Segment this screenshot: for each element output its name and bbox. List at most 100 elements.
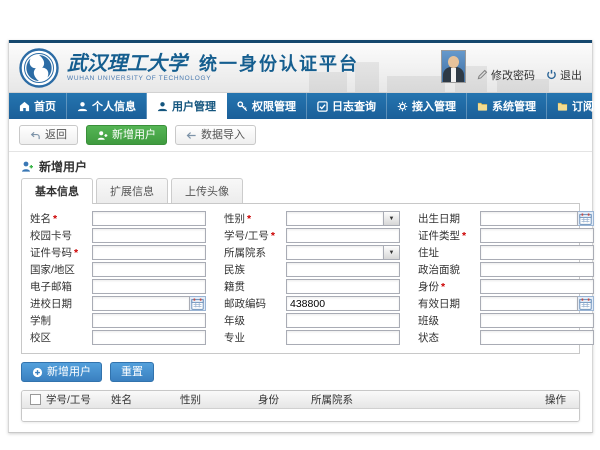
gender-input[interactable] — [286, 211, 384, 226]
calendar-icon[interactable] — [578, 211, 594, 226]
nav-item-access-mgmt[interactable]: 接入管理 — [387, 93, 467, 119]
native-place-input[interactable] — [286, 279, 400, 294]
field-valid-date: 有效日期* — [418, 296, 594, 311]
field-name: 姓名* — [30, 211, 206, 226]
pencil-icon — [477, 69, 488, 80]
field-country-region: 国家/地区* — [30, 262, 206, 277]
content-area: 返回 新增用户 数据导入 新增用户 基本信息扩展信息上传头像 姓名* — [9, 119, 592, 422]
field-status: 状态* — [418, 330, 594, 345]
field-birth-date: 出生日期* — [418, 211, 594, 226]
form-actions: 新增用户 重置 — [9, 354, 592, 390]
user-bar: 修改密码 退出 — [441, 50, 582, 86]
folder-icon — [477, 101, 488, 112]
folder-icon — [557, 101, 568, 112]
field-study-length: 学制* — [30, 313, 206, 328]
name-input[interactable] — [92, 211, 206, 226]
nav-item-permission-mgmt[interactable]: 权限管理 — [227, 93, 307, 119]
department-input[interactable] — [286, 245, 384, 260]
nav-item-home[interactable]: 首页 — [9, 93, 67, 119]
calendar-icon[interactable] — [190, 296, 206, 311]
major-input[interactable] — [286, 330, 400, 345]
users-table-header: 学号/工号姓名性别身份所属院系操作 — [22, 391, 579, 409]
dropdown-arrow-icon[interactable]: ▼ — [384, 245, 400, 260]
power-icon — [546, 69, 557, 80]
postal-code-input[interactable] — [286, 296, 400, 311]
back-button[interactable]: 返回 — [19, 125, 78, 145]
study-length-input[interactable] — [92, 313, 206, 328]
identity-input[interactable] — [480, 279, 594, 294]
id-type-input[interactable] — [480, 228, 594, 243]
id-number-input[interactable] — [92, 245, 206, 260]
class-input[interactable] — [480, 313, 594, 328]
address-input[interactable] — [480, 245, 594, 260]
tab-basic-info[interactable]: 基本信息 — [21, 178, 93, 204]
ethnicity-input[interactable] — [286, 262, 400, 277]
nav-item-user-mgmt[interactable]: 用户管理 — [147, 93, 227, 119]
university-name-english: WUHAN UNIVERSITY OF TECHNOLOGY — [67, 75, 359, 82]
campus-input[interactable] — [92, 330, 206, 345]
users-table: 学号/工号姓名性别身份所属院系操作 — [21, 390, 580, 422]
field-major: 专业* — [224, 330, 400, 345]
nav-item-profile[interactable]: 个人信息 — [67, 93, 147, 119]
grade-input[interactable] — [286, 313, 400, 328]
country-region-input[interactable] — [92, 262, 206, 277]
import-arrow-icon — [186, 130, 197, 141]
users-table-empty-body — [22, 409, 579, 421]
field-identity: 身份* — [418, 279, 594, 294]
university-logo-icon — [19, 48, 59, 88]
student-staff-id-input[interactable] — [286, 228, 400, 243]
birth-date-input[interactable] — [480, 211, 578, 226]
user-avatar[interactable] — [441, 50, 466, 83]
field-email: 电子邮箱* — [30, 279, 206, 294]
section-title-label: 新增用户 — [39, 158, 87, 175]
change-password-label: 修改密码 — [491, 67, 535, 83]
enrollment-date-input[interactable] — [92, 296, 190, 311]
key-icon — [237, 101, 248, 112]
add-user-section-icon — [21, 160, 34, 173]
campus-card-no-input[interactable] — [92, 228, 206, 243]
add-user-toolbar-button[interactable]: 新增用户 — [86, 125, 167, 145]
change-password-link[interactable]: 修改密码 — [477, 67, 535, 83]
university-name: 武汉理工大学 — [67, 53, 187, 73]
add-user-toolbar-label: 新增用户 — [112, 129, 156, 141]
column-header-5: 操作 — [545, 392, 579, 407]
submit-add-user-button[interactable]: 新增用户 — [21, 362, 102, 382]
column-header-1: 姓名 — [111, 392, 180, 407]
column-header-4: 所属院系 — [311, 392, 545, 407]
status-input[interactable] — [480, 330, 594, 345]
platform-title: 统一身份认证平台 — [199, 54, 359, 74]
toolbar: 返回 新增用户 数据导入 — [9, 119, 592, 152]
field-id-number: 证件号码* — [30, 245, 206, 260]
nav-item-subscription-mgmt[interactable]: 订阅管理 — [547, 93, 600, 119]
tab-upload-avatar[interactable]: 上传头像 — [171, 178, 243, 203]
dropdown-arrow-icon[interactable]: ▼ — [384, 211, 400, 226]
field-enrollment-date: 进校日期* — [30, 296, 206, 311]
field-postal-code: 邮政编码* — [224, 296, 400, 311]
reset-button-label: 重置 — [121, 366, 143, 378]
email-input[interactable] — [92, 279, 206, 294]
nav-item-system-mgmt[interactable]: 系统管理 — [467, 93, 547, 119]
reset-button[interactable]: 重置 — [110, 362, 154, 382]
field-id-type: 证件类型* — [418, 228, 594, 243]
logout-link[interactable]: 退出 — [546, 67, 582, 83]
valid-date-input[interactable] — [480, 296, 578, 311]
calendar-icon[interactable] — [578, 296, 594, 311]
field-gender: 性别* ▼ — [224, 211, 400, 226]
back-arrow-icon — [30, 130, 41, 141]
nav-item-log-query[interactable]: 日志查询 — [307, 93, 387, 119]
data-import-button[interactable]: 数据导入 — [175, 125, 256, 145]
field-ethnicity: 民族* — [224, 262, 400, 277]
select-all-checkbox[interactable] — [30, 394, 41, 405]
submit-add-user-label: 新增用户 — [47, 366, 91, 378]
data-import-label: 数据导入 — [201, 129, 245, 141]
political-status-input[interactable] — [480, 262, 594, 277]
column-header-0: 学号/工号 — [46, 392, 111, 407]
home-icon — [19, 101, 30, 112]
field-campus: 校区* — [30, 330, 206, 345]
user-icon — [77, 101, 88, 112]
tab-extended-info[interactable]: 扩展信息 — [96, 178, 168, 203]
app-window: 武汉理工大学 统一身份认证平台 WUHAN UNIVERSITY OF TECH… — [8, 40, 593, 433]
brand-titles: 武汉理工大学 统一身份认证平台 WUHAN UNIVERSITY OF TECH… — [67, 53, 359, 82]
section-title: 新增用户 — [9, 152, 592, 178]
form-grid: 姓名* 性别* ▼ 出生日期* 校园卡号* 学号/工号* — [30, 211, 571, 345]
